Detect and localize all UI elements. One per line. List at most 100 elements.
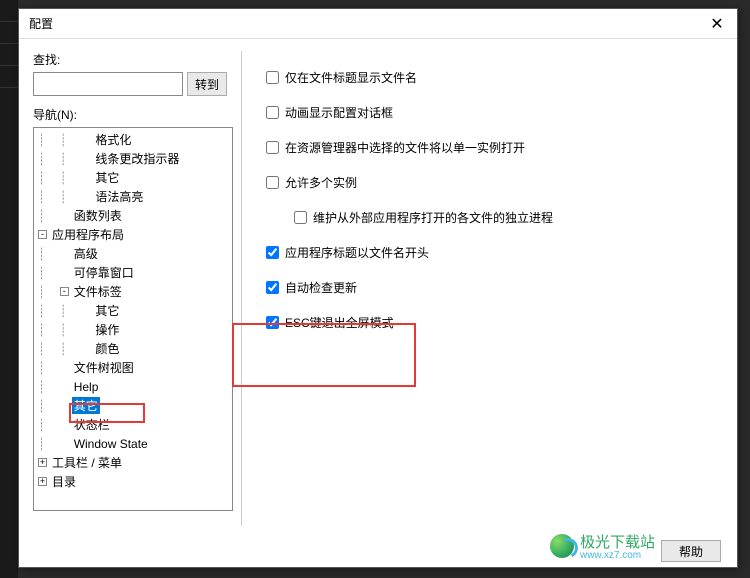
tree-item-label: 格式化 [93, 131, 133, 148]
option-row: 应用程序标题以文件名开头 [266, 244, 717, 261]
tree-indent: ┊ [38, 418, 60, 432]
option-checkbox[interactable] [266, 176, 279, 189]
tree-item[interactable]: ┊ ┊ 格式化 [34, 130, 232, 149]
tree-item[interactable]: -应用程序布局 [34, 225, 232, 244]
option-label: ESC键退出全屏模式 [285, 314, 394, 331]
tree-indent: ┊ [38, 399, 60, 413]
watermark-logo-icon [550, 534, 574, 558]
tree-item[interactable]: ┊ ┊ 其它 [34, 301, 232, 320]
tree-indent: ┊ [38, 247, 60, 261]
tree-item[interactable]: ┊ -文件标签 [34, 282, 232, 301]
tree-item[interactable]: ┊ ┊ 操作 [34, 320, 232, 339]
app-background-strip [0, 0, 18, 578]
tree-item[interactable]: ┊ Help [34, 377, 232, 396]
option-label: 自动检查更新 [285, 279, 357, 296]
search-row: 转到 [33, 72, 233, 96]
option-checkbox[interactable] [266, 141, 279, 154]
tree-indent: ┊ ┊ [38, 171, 81, 185]
tree-indent: ┊ [38, 361, 60, 375]
tree-item-label: 工具栏 / 菜单 [50, 454, 124, 471]
option-checkbox[interactable] [266, 71, 279, 84]
close-icon: ✕ [710, 14, 723, 34]
tree-item[interactable]: ┊ 其它 [34, 396, 232, 415]
tree-indent: ┊ ┊ [38, 323, 81, 337]
tree-indent: ┊ ┊ [38, 152, 81, 166]
dialog-title: 配置 [29, 15, 53, 32]
tree-item[interactable]: ┊ Window State [34, 434, 232, 453]
expand-icon[interactable]: + [38, 458, 47, 467]
option-label: 允许多个实例 [285, 174, 357, 191]
config-dialog: 配置 ✕ 查找: 转到 导航(N): ┊ ┊ 格式化┊ ┊ 线条更改指示器┊ ┊… [18, 8, 738, 568]
watermark-url: www.xz7.com [580, 550, 655, 561]
tree-item-label: 操作 [93, 321, 121, 338]
tree-item-label: 状态栏 [72, 416, 112, 433]
tree-item-label: Help [72, 380, 101, 394]
option-label: 维护从外部应用程序打开的各文件的独立进程 [313, 209, 553, 226]
option-row: ESC键退出全屏模式 [266, 314, 717, 331]
nav-tree[interactable]: ┊ ┊ 格式化┊ ┊ 线条更改指示器┊ ┊ 其它┊ ┊ 语法高亮┊ 函数列表-应… [33, 127, 233, 511]
option-row: 自动检查更新 [266, 279, 717, 296]
tree-item-label: 文件标签 [72, 283, 124, 300]
option-label: 应用程序标题以文件名开头 [285, 244, 429, 261]
expand-icon[interactable]: + [38, 477, 47, 486]
tree-item-label: 应用程序布局 [50, 226, 126, 243]
help-button[interactable]: 帮助 [661, 540, 721, 562]
tree-item[interactable]: ┊ ┊ 其它 [34, 168, 232, 187]
tree-item-label: 文件树视图 [72, 359, 136, 376]
option-label: 动画显示配置对话框 [285, 104, 393, 121]
tree-item[interactable]: +目录 [34, 472, 232, 491]
option-row: 维护从外部应用程序打开的各文件的独立进程 [294, 209, 717, 226]
tree-item-label: 高级 [72, 245, 100, 262]
watermark-name: 极光下载站 [580, 534, 655, 551]
tree-item-label: 目录 [50, 473, 78, 490]
tree-item-label: 语法高亮 [93, 188, 145, 205]
tree-indent: ┊ [38, 266, 60, 280]
goto-button[interactable]: 转到 [187, 72, 227, 96]
tree-item[interactable]: ┊ ┊ 语法高亮 [34, 187, 232, 206]
tree-indent: ┊ ┊ [38, 133, 81, 147]
option-row: 动画显示配置对话框 [266, 104, 717, 121]
tree-item-label: 其它 [72, 397, 100, 414]
tree-item[interactable]: ┊ 状态栏 [34, 415, 232, 434]
tree-indent: ┊ [38, 380, 60, 394]
tree-indent: ┊ [38, 437, 60, 451]
tree-item[interactable]: ┊ ┊ 线条更改指示器 [34, 149, 232, 168]
tree-indent: ┊ [38, 209, 60, 223]
dialog-body: 查找: 转到 导航(N): ┊ ┊ 格式化┊ ┊ 线条更改指示器┊ ┊ 其它┊ … [19, 39, 737, 534]
option-row: 在资源管理器中选择的文件将以单一实例打开 [266, 139, 717, 156]
nav-label: 导航(N): [33, 106, 233, 123]
tree-item-label: 可停靠窗口 [72, 264, 136, 281]
collapse-icon[interactable]: - [38, 230, 47, 239]
close-button[interactable]: ✕ [697, 10, 737, 38]
tree-item[interactable]: +工具栏 / 菜单 [34, 453, 232, 472]
tree-item-label: 其它 [93, 302, 121, 319]
option-label: 在资源管理器中选择的文件将以单一实例打开 [285, 139, 525, 156]
search-label: 查找: [33, 51, 233, 68]
tree-indent: ┊ ┊ [38, 304, 81, 318]
tree-item-label: 颜色 [93, 340, 121, 357]
collapse-icon[interactable]: - [60, 287, 69, 296]
option-row: 允许多个实例 [266, 174, 717, 191]
tree-item-label: 线条更改指示器 [93, 150, 181, 167]
tree-indent: ┊ [38, 285, 60, 299]
left-panel: 查找: 转到 导航(N): ┊ ┊ 格式化┊ ┊ 线条更改指示器┊ ┊ 其它┊ … [19, 39, 241, 534]
option-checkbox[interactable] [294, 211, 307, 224]
tree-item-label: 函数列表 [72, 207, 124, 224]
tree-item[interactable]: ┊ 文件树视图 [34, 358, 232, 377]
option-checkbox[interactable] [266, 106, 279, 119]
tree-item[interactable]: ┊ ┊ 颜色 [34, 339, 232, 358]
option-checkbox[interactable] [266, 316, 279, 329]
search-input[interactable] [33, 72, 183, 96]
tree-indent: ┊ ┊ [38, 190, 81, 204]
option-checkbox[interactable] [266, 246, 279, 259]
option-row: 仅在文件标题显示文件名 [266, 69, 717, 86]
option-checkbox[interactable] [266, 281, 279, 294]
tree-indent: ┊ ┊ [38, 342, 81, 356]
tree-item[interactable]: ┊ 函数列表 [34, 206, 232, 225]
titlebar: 配置 ✕ [19, 9, 737, 39]
watermark: 极光下载站 www.xz7.com [550, 531, 655, 561]
tree-item[interactable]: ┊ 高级 [34, 244, 232, 263]
tree-item[interactable]: ┊ 可停靠窗口 [34, 263, 232, 282]
option-label: 仅在文件标题显示文件名 [285, 69, 417, 86]
highlight-annotation [232, 323, 416, 387]
